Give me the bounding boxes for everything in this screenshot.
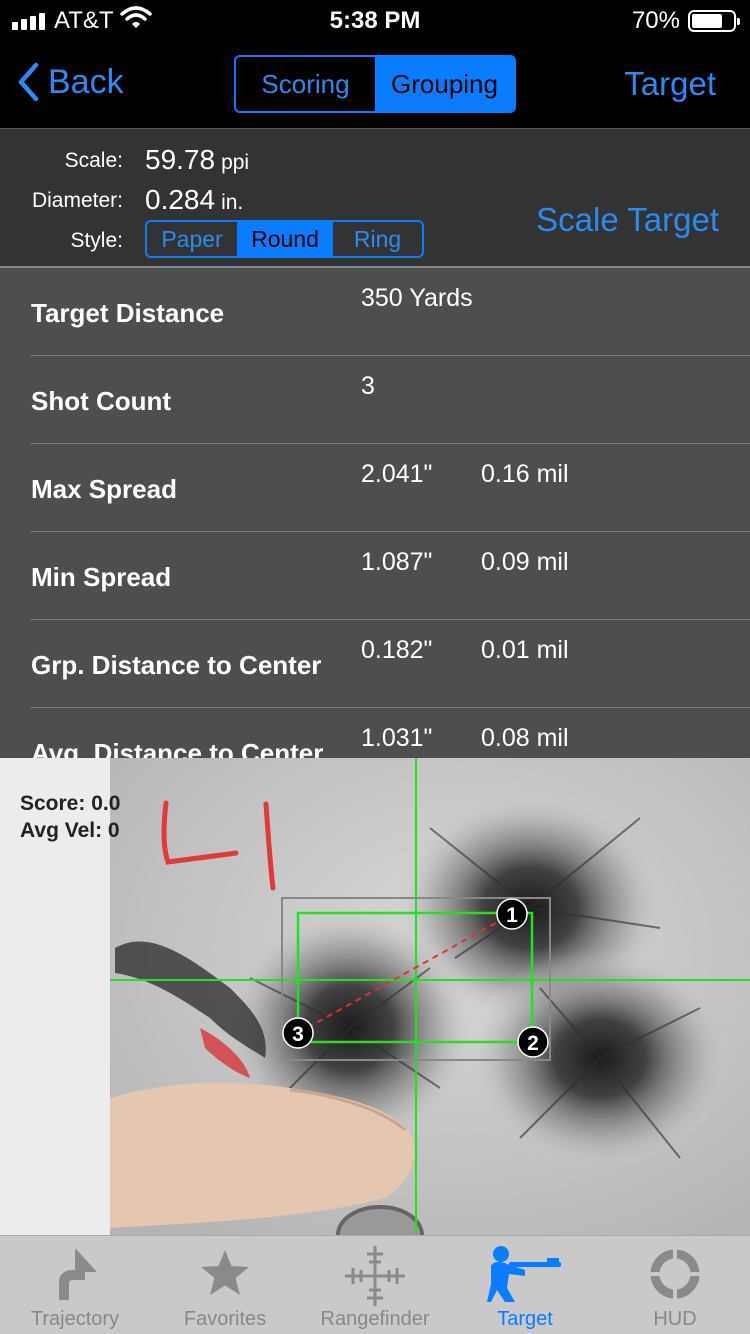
stat-row-avg-distance-to-center[interactable]: Avg. Distance to Center 1.031" 0.08 mil [0, 708, 750, 758]
tab-rangefinder[interactable]: Rangefinder [300, 1236, 450, 1334]
stat-row-group-distance-to-center[interactable]: Grp. Distance to Center 0.182" 0.01 mil [0, 620, 750, 708]
stat-row-shot-count[interactable]: Shot Count 3 [0, 356, 750, 444]
tab-label: Trajectory [30, 1308, 120, 1330]
stat-value-inches: 1.087" [361, 548, 433, 576]
style-option-round[interactable]: Round [237, 222, 333, 256]
segment-scoring[interactable]: Scoring [236, 57, 375, 111]
shot-label: 2 [527, 1032, 539, 1055]
tab-hud[interactable]: HUD [600, 1236, 750, 1334]
segment-grouping[interactable]: Grouping [375, 57, 514, 111]
target-image-view[interactable]: 1 2 3 Score: 0.0 Avg Vel: 0 [0, 758, 750, 1235]
stat-value: 350 Yards [361, 284, 473, 312]
stat-name: Target Distance [31, 298, 225, 328]
stat-value-mil: 0.16 mil [481, 460, 569, 488]
avg-velocity-text: Avg Vel: 0 [20, 819, 120, 842]
tab-target[interactable]: Target [450, 1236, 600, 1334]
stat-value-mil: 0.08 mil [481, 724, 569, 752]
tab-label: Rangefinder [320, 1308, 430, 1330]
mode-segmented-control: Scoring Grouping [234, 55, 516, 113]
crosshair-icon [343, 1244, 407, 1313]
stat-name: Min Spread [31, 562, 172, 592]
tab-trajectory[interactable]: Trajectory [0, 1236, 150, 1334]
score-text: Score: 0.0 [20, 792, 121, 815]
stat-name: Grp. Distance to Center [31, 650, 322, 680]
diameter-value: 0.284 [145, 184, 216, 215]
stat-value-mil: 0.01 mil [481, 636, 569, 664]
diameter-value-group: 0.284 in. [145, 184, 243, 216]
style-segmented-control: Paper Round Ring [145, 220, 424, 258]
tab-label: Favorites [183, 1308, 267, 1330]
scale-panel: Scale: 59.78 ppi Diameter: 0.284 in. Style… [0, 128, 750, 266]
navigation-bar: Back Scoring Grouping Target [0, 40, 750, 128]
shot-label: 3 [292, 1023, 304, 1046]
scale-label: Scale: [64, 149, 123, 172]
shot-label: 1 [506, 904, 518, 927]
stat-row-target-distance[interactable]: Target Distance 350 Yards [0, 268, 750, 356]
diameter-label: Diameter: [31, 189, 123, 212]
trajectory-icon [45, 1244, 105, 1309]
stat-value: 3 [361, 372, 375, 400]
target-button[interactable]: Target [624, 65, 716, 103]
back-button[interactable]: Back [16, 62, 124, 102]
stat-value-inches: 1.031" [361, 724, 433, 752]
stat-name: Avg. Distance to Center [31, 738, 324, 758]
status-bar: AT&T 5:38 PM 70% [0, 0, 750, 40]
back-label: Back [48, 62, 124, 101]
style-option-paper[interactable]: Paper [147, 222, 237, 256]
shot-marker-2[interactable]: 2 [517, 1026, 549, 1058]
tab-label: HUD [653, 1308, 697, 1330]
stat-value-inches: 0.182" [361, 636, 433, 664]
score-overlay: Score: 0.0 Avg Vel: 0 [20, 790, 120, 844]
stat-value-inches: 2.041" [361, 460, 433, 488]
stat-name: Shot Count [31, 386, 172, 416]
group-stats-list: Target Distance 350 Yards Shot Count 3 M… [0, 266, 750, 758]
rifleman-icon [487, 1244, 563, 1309]
style-option-ring[interactable]: Ring [333, 222, 422, 256]
star-icon [195, 1244, 255, 1309]
tab-favorites[interactable]: Favorites [150, 1236, 300, 1334]
stat-value-mil: 0.09 mil [481, 548, 569, 576]
shot-marker-1[interactable]: 1 [496, 898, 528, 930]
battery-percent: 70% [631, 7, 680, 34]
tab-bar: Trajectory Favorites Rangefinder Target … [0, 1235, 750, 1334]
stat-name: Max Spread [31, 474, 177, 504]
shot-marker-3[interactable]: 3 [282, 1017, 314, 1049]
chevron-left-icon [18, 62, 39, 102]
battery-icon [688, 10, 740, 32]
stat-row-max-spread[interactable]: Max Spread 2.041" 0.16 mil [0, 444, 750, 532]
diameter-unit: in. [221, 191, 244, 214]
scale-target-button[interactable]: Scale Target [536, 201, 719, 239]
style-label: Style: [70, 229, 123, 252]
scale-value-group: 59.78 ppi [145, 144, 249, 176]
stat-row-min-spread[interactable]: Min Spread 1.087" 0.09 mil [0, 532, 750, 620]
tab-label: Target [497, 1308, 553, 1330]
hud-icon [645, 1244, 705, 1309]
scale-unit: ppi [221, 151, 250, 174]
scale-value: 59.78 [145, 144, 216, 175]
